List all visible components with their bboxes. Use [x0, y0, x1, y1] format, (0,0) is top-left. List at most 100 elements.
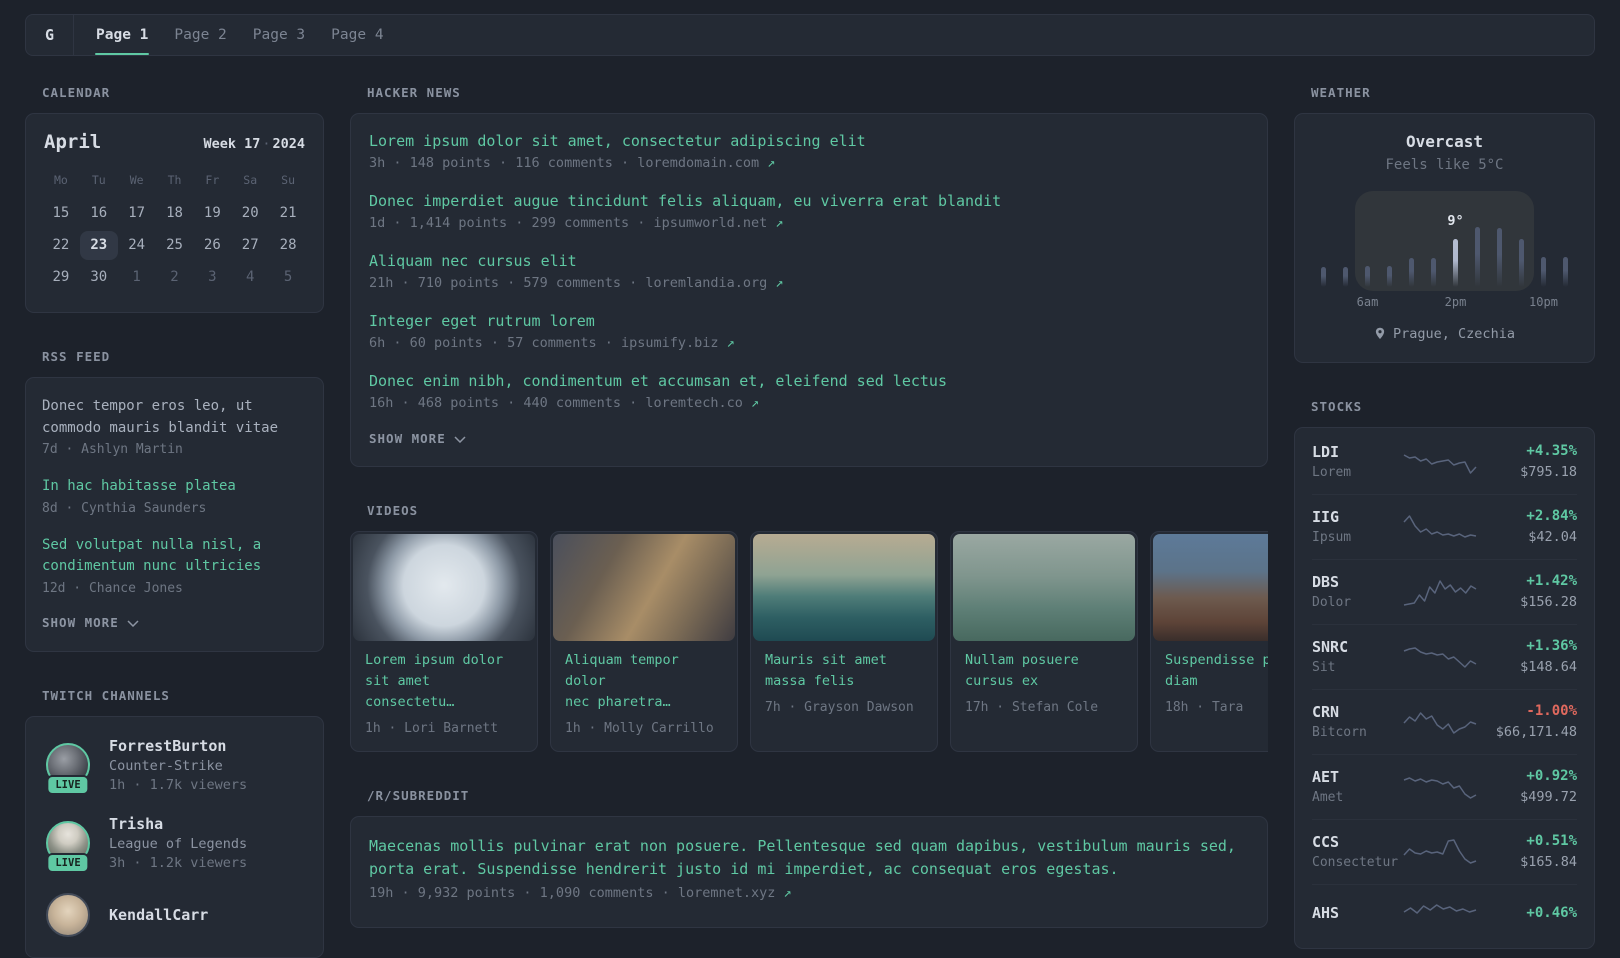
hackernews-item-meta: 16h · 468 points · 440 comments · loremt… — [369, 395, 760, 411]
hackernews-item-title: Aliquam nec cursus elit — [369, 252, 577, 270]
video-card-body: Suspendisse potenti diam 18h · Tara — [1153, 641, 1268, 728]
calendar-widget: April Week 17 · 2024 Mo Tu We Th Fr Sa Su 15 16 17 1… — [25, 113, 324, 313]
hackernews-item[interactable]: Aliquam nec cursus elit 21h · 710 points … — [369, 251, 1249, 291]
weather-bar — [1387, 266, 1392, 287]
video-thumbnail — [353, 534, 535, 641]
live-badge: LIVE — [46, 774, 90, 795]
stock-sparkline — [1402, 837, 1488, 867]
external-link-icon: ↗ — [751, 395, 760, 411]
video-card[interactable]: Mauris sit amet massa felis 7h · Grayson … — [750, 531, 938, 752]
twitch-channel[interactable]: LIVE Trisha League of Legends 3h · 1.2k vie… — [42, 814, 307, 873]
video-title: Nullam posuere cursus ex — [965, 652, 1079, 689]
weather-widget: Overcast Feels like 5°C 9° 6am 2pm 10pm Pr… — [1294, 113, 1595, 363]
stock-symbol: LDI — [1312, 443, 1340, 461]
subreddit-widget: Maecenas mollis pulvinar erat non posuer… — [350, 816, 1268, 928]
video-title: Aliquam tempor dolor nec pharetra… — [565, 652, 679, 710]
stock-price: $795.18 — [1520, 464, 1577, 480]
weather-bar — [1519, 239, 1524, 287]
stock-symbol: AET — [1312, 768, 1340, 786]
rss-show-more-button[interactable]: SHOW MORE — [42, 615, 139, 630]
stock-name: Bitcorn — [1312, 725, 1367, 740]
stock-row: AET Amet +0.92% $499.72 — [1312, 754, 1577, 819]
weather-hour-labels: 6am 2pm 10pm — [1321, 295, 1568, 310]
calendar-day: 17 — [128, 205, 146, 221]
stock-row: DBS Dolor +1.42% $156.28 — [1312, 559, 1577, 624]
calendar-day: 22 — [52, 237, 70, 253]
hackernews-item[interactable]: Lorem ipsum dolor sit amet, consectetur … — [369, 131, 1249, 171]
calendar-day: 3 — [208, 269, 217, 285]
weather-location: Prague, Czechia — [1295, 326, 1594, 342]
twitch-channel[interactable]: KendallCarr — [42, 892, 307, 937]
twitch-channel-name: ForrestBurton — [109, 736, 227, 755]
hackernews-show-more-button[interactable]: SHOW MORE — [369, 431, 466, 446]
hackernews-item-meta: 1d · 1,414 points · 299 comments · ipsum… — [369, 215, 784, 231]
hackernews-item[interactable]: Donec enim nibh, condimentum et accumsan… — [369, 371, 1249, 411]
calendar-day: 28 — [279, 237, 297, 253]
stock-symbol: AHS — [1312, 904, 1340, 922]
hackernews-widget: Lorem ipsum dolor sit amet, consectetur … — [350, 113, 1268, 467]
hackernews-section: HACKER NEWS Lorem ipsum dolor sit amet, … — [350, 85, 1268, 467]
stock-identity: SNRC Sit — [1312, 638, 1402, 675]
weather-hour-label: 2pm — [1444, 295, 1467, 309]
calendar-dow: Fr — [205, 173, 220, 187]
hackernews-item[interactable]: Donec imperdiet augue tincidunt felis al… — [369, 191, 1249, 231]
stock-symbol: DBS — [1312, 573, 1340, 591]
rss-item-meta: 8d · Cynthia Saunders — [42, 500, 207, 516]
weather-hourly-chart: 9° — [1321, 191, 1568, 291]
video-thumbnail — [1153, 534, 1268, 641]
calendar-day: 4 — [245, 269, 255, 285]
calendar-day: 5 — [283, 269, 293, 285]
weather-section: WEATHER Overcast Feels like 5°C 9° 6am 2p… — [1294, 85, 1595, 363]
nav-tab-page-2[interactable]: Page 2 — [173, 15, 227, 55]
stock-change: +1.42% — [1526, 573, 1577, 589]
stock-values: -1.00% $66,171.48 — [1488, 703, 1577, 740]
stock-change: -1.00% — [1526, 703, 1577, 719]
twitch-avatar-wrap — [42, 892, 94, 937]
video-card[interactable]: Lorem ipsum dolor sit amet consectetu… 1h… — [350, 531, 538, 752]
twitch-widget: LIVE ForrestBurton Counter-Strike 1h · 1.7k… — [25, 715, 324, 958]
stock-symbol: CRN — [1312, 703, 1340, 721]
twitch-channel-name: Trisha — [109, 814, 164, 833]
stock-values: +2.84% $42.04 — [1488, 508, 1577, 545]
video-meta: 7h · Grayson Dawson — [765, 700, 914, 715]
weather-bar — [1431, 258, 1436, 287]
stock-identity: DBS Dolor — [1312, 573, 1402, 610]
nav-tab-page-1[interactable]: Page 1 — [95, 15, 150, 55]
calendar-dow: Sa — [243, 173, 258, 187]
hackernews-item[interactable]: Integer eget rutrum lorem 6h · 60 points … — [369, 311, 1249, 351]
rss-item-title: Sed volutpat nulla nisl, a condimentum n… — [42, 536, 262, 575]
stock-identity: LDI Lorem — [1312, 443, 1402, 480]
right-column: WEATHER Overcast Feels like 5°C 9° 6am 2p… — [1294, 56, 1595, 949]
twitch-channel[interactable]: LIVE ForrestBurton Counter-Strike 1h · 1.7k… — [42, 736, 307, 795]
nav-tab-page-4[interactable]: Page 4 — [330, 15, 384, 55]
subreddit-post[interactable]: Maecenas mollis pulvinar erat non posuer… — [369, 835, 1249, 901]
rss-item[interactable]: Donec tempor eros leo, ut commodo mauris… — [42, 396, 307, 457]
rss-item[interactable]: Sed volutpat nulla nisl, a condimentum n… — [42, 535, 307, 596]
rss-item-title: In hac habitasse platea — [42, 478, 236, 494]
calendar-day: 20 — [241, 205, 259, 221]
section-title-hackernews: HACKER NEWS — [367, 85, 461, 100]
chevron-down-icon — [127, 619, 139, 627]
calendar-day: 30 — [90, 269, 108, 285]
hackernews-item-title: Integer eget rutrum lorem — [369, 312, 595, 330]
section-title-calendar: CALENDAR — [42, 85, 111, 100]
avatar — [46, 892, 90, 937]
calendar-week-year: Week 17 · 2024 — [203, 136, 305, 152]
video-card[interactable]: Suspendisse potenti diam 18h · Tara — [1150, 531, 1268, 752]
rss-item[interactable]: In hac habitasse platea 8d · Cynthia Saun… — [42, 476, 307, 516]
weather-bar — [1365, 266, 1370, 287]
stock-row: AHS +0.46% — [1312, 884, 1577, 942]
calendar-day: 26 — [203, 237, 221, 253]
video-card[interactable]: Nullam posuere cursus ex 17h · Stefan Col… — [950, 531, 1138, 752]
rss-item-meta: 7d · Ashlyn Martin — [42, 442, 183, 457]
home-logo[interactable]: G — [26, 15, 73, 55]
twitch-channel-category: League of Legends — [109, 835, 248, 852]
nav-tabs: Page 1 Page 2 Page 3 Page 4 — [74, 15, 385, 55]
calendar-day: 25 — [166, 237, 183, 253]
section-title-stocks: STOCKS — [1311, 399, 1363, 414]
nav-tab-page-3[interactable]: Page 3 — [252, 15, 306, 55]
videos-section: VIDEOS Lorem ipsum dolor sit amet consec… — [350, 503, 1268, 752]
calendar-section: CALENDAR April Week 17 · 2024 Mo Tu We Th Fr Sa… — [25, 85, 324, 313]
video-card[interactable]: Aliquam tempor dolor nec pharetra… 1h · M… — [550, 531, 738, 752]
weather-bar — [1497, 228, 1502, 287]
